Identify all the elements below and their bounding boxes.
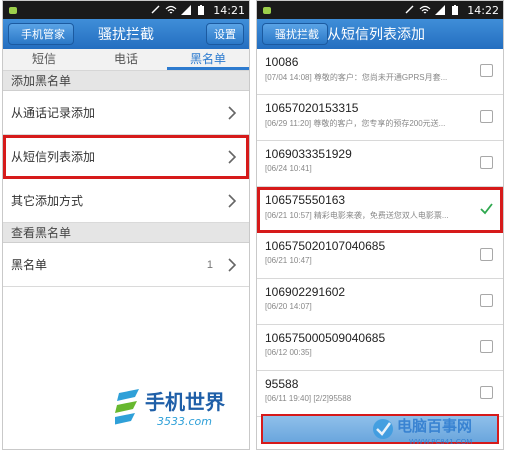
mute-icon bbox=[151, 5, 160, 14]
sms-preview: [06/12 00:35] bbox=[265, 348, 312, 357]
sms-preview: [07/04 14:08] 尊敬的客户：您尚未开通GPRS月套... bbox=[265, 73, 448, 82]
add-from-sms-list-item[interactable]: 从短信列表添加 bbox=[3, 135, 249, 179]
right-screen: 14:22 骚扰拦截 从短信列表添加 10086 [07/04 14:08] 尊… bbox=[256, 0, 504, 450]
status-bar: 14:21 bbox=[3, 1, 249, 19]
row-label: 从通话记录添加 bbox=[11, 106, 96, 120]
sms-list-item[interactable]: 106575000509040685 [06/12 00:35] bbox=[257, 325, 503, 371]
watermark-logo: 电脑百事网 WWW.PC841.COM bbox=[373, 417, 472, 446]
tab-calls[interactable]: 电话 bbox=[85, 49, 167, 70]
wifi-icon bbox=[165, 5, 177, 14]
battery-icon bbox=[452, 5, 459, 15]
checkbox[interactable] bbox=[480, 248, 493, 261]
status-time: 14:21 bbox=[213, 3, 245, 17]
sms-sender: 106575000509040685 bbox=[265, 331, 386, 345]
status-time: 14:22 bbox=[467, 3, 499, 17]
site-logo: 手机世界 3533.com bbox=[115, 389, 225, 428]
add-from-call-log-item[interactable]: 从通话记录添加 bbox=[3, 91, 249, 135]
mute-icon bbox=[405, 5, 414, 14]
notification-area bbox=[7, 5, 150, 15]
battery-icon bbox=[198, 5, 205, 15]
sms-preview: [06/20 14:07] bbox=[265, 302, 312, 311]
row-label: 黑名单 bbox=[11, 258, 48, 272]
status-icons bbox=[404, 5, 461, 15]
checkmark-icon[interactable] bbox=[480, 202, 493, 215]
sms-list: 10086 [07/04 14:08] 尊敬的客户：您尚未开通GPRS月套...… bbox=[257, 49, 503, 417]
title-bar: 手机管家 骚扰拦截 设置 bbox=[3, 19, 249, 49]
checkbox[interactable] bbox=[480, 340, 493, 353]
sms-sender: 106575020107040685 bbox=[265, 239, 386, 253]
section-header-view: 查看黑名单 bbox=[3, 223, 249, 243]
sms-sender: 1069033351929 bbox=[265, 147, 352, 161]
checkbox[interactable] bbox=[480, 110, 493, 123]
signal-icon bbox=[181, 5, 192, 15]
status-icons bbox=[150, 5, 207, 15]
watermark-url: WWW.PC841.COM bbox=[409, 438, 472, 446]
sms-list-item[interactable]: 10086 [07/04 14:08] 尊敬的客户：您尚未开通GPRS月套... bbox=[257, 49, 503, 95]
sms-list-item[interactable]: 1069033351929 [06/24 10:41] bbox=[257, 141, 503, 187]
sms-list-item[interactable]: 106575020107040685 [06/21 10:47] bbox=[257, 233, 503, 279]
blacklist-item[interactable]: 黑名单 1 bbox=[3, 243, 249, 287]
chevron-right-icon bbox=[228, 193, 237, 208]
checkbox[interactable] bbox=[480, 294, 493, 307]
settings-button[interactable]: 设置 bbox=[206, 23, 244, 45]
other-add-methods-item[interactable]: 其它添加方式 bbox=[3, 179, 249, 223]
checkbox[interactable] bbox=[480, 386, 493, 399]
wifi-icon bbox=[419, 5, 431, 14]
android-notification-icon bbox=[263, 7, 271, 14]
signal-icon bbox=[435, 5, 446, 15]
sms-sender: 10086 bbox=[265, 55, 299, 69]
row-label: 其它添加方式 bbox=[11, 194, 84, 208]
checkbox[interactable] bbox=[480, 156, 493, 169]
title-bar: 骚扰拦截 从短信列表添加 bbox=[257, 19, 503, 49]
logo-text: 手机世界 bbox=[145, 390, 225, 414]
blacklist-count: 1 bbox=[206, 258, 213, 271]
left-screen: 14:21 手机管家 骚扰拦截 设置 短信 电话 黑名单 添加黑名单 从通话记录… bbox=[2, 0, 250, 450]
section-header-add: 添加黑名单 bbox=[3, 71, 249, 91]
sms-preview: [06/11 19:40] [2/2]95588 bbox=[265, 394, 352, 403]
back-button[interactable]: 骚扰拦截 bbox=[262, 23, 328, 45]
sms-preview: [06/24 10:41] bbox=[265, 164, 312, 173]
chevron-right-icon bbox=[228, 149, 237, 164]
notification-area bbox=[261, 5, 404, 15]
chevron-right-icon bbox=[228, 105, 237, 120]
chevron-right-icon bbox=[228, 257, 237, 272]
watermark-text: 电脑百事网 bbox=[397, 417, 472, 435]
tab-bar: 短信 电话 黑名单 bbox=[3, 49, 249, 71]
sms-preview: [06/29 11:20] 尊敬的客户，您专享的预存200元送... bbox=[265, 119, 446, 128]
sms-list-item[interactable]: 106902291602 [06/20 14:07] bbox=[257, 279, 503, 325]
sms-preview: [06/21 10:47] bbox=[265, 256, 312, 265]
sms-sender: 95588 bbox=[265, 377, 299, 391]
checkbox[interactable] bbox=[480, 64, 493, 77]
sms-list-item-selected[interactable]: 106575550163 [06/21 10:57] 精彩电影来袭，免费送您双人… bbox=[257, 187, 503, 233]
sms-list-item[interactable]: 10657020153315 [06/29 11:20] 尊敬的客户，您专享的预… bbox=[257, 95, 503, 141]
tab-blacklist[interactable]: 黑名单 bbox=[167, 49, 249, 70]
page-title: 从短信列表添加 bbox=[327, 26, 425, 42]
tab-sms[interactable]: 短信 bbox=[3, 49, 85, 70]
sms-sender: 106575550163 bbox=[265, 193, 346, 207]
sms-preview: [06/21 10:57] 精彩电影来袭，免费送您双人电影票... bbox=[265, 211, 449, 220]
row-label: 从短信列表添加 bbox=[11, 150, 96, 164]
sms-sender: 10657020153315 bbox=[265, 101, 359, 115]
logo-subtext: 3533.com bbox=[157, 415, 212, 428]
sms-sender: 106902291602 bbox=[265, 285, 346, 299]
status-bar: 14:22 bbox=[257, 1, 503, 19]
android-notification-icon bbox=[9, 7, 17, 14]
back-button[interactable]: 手机管家 bbox=[8, 23, 74, 45]
